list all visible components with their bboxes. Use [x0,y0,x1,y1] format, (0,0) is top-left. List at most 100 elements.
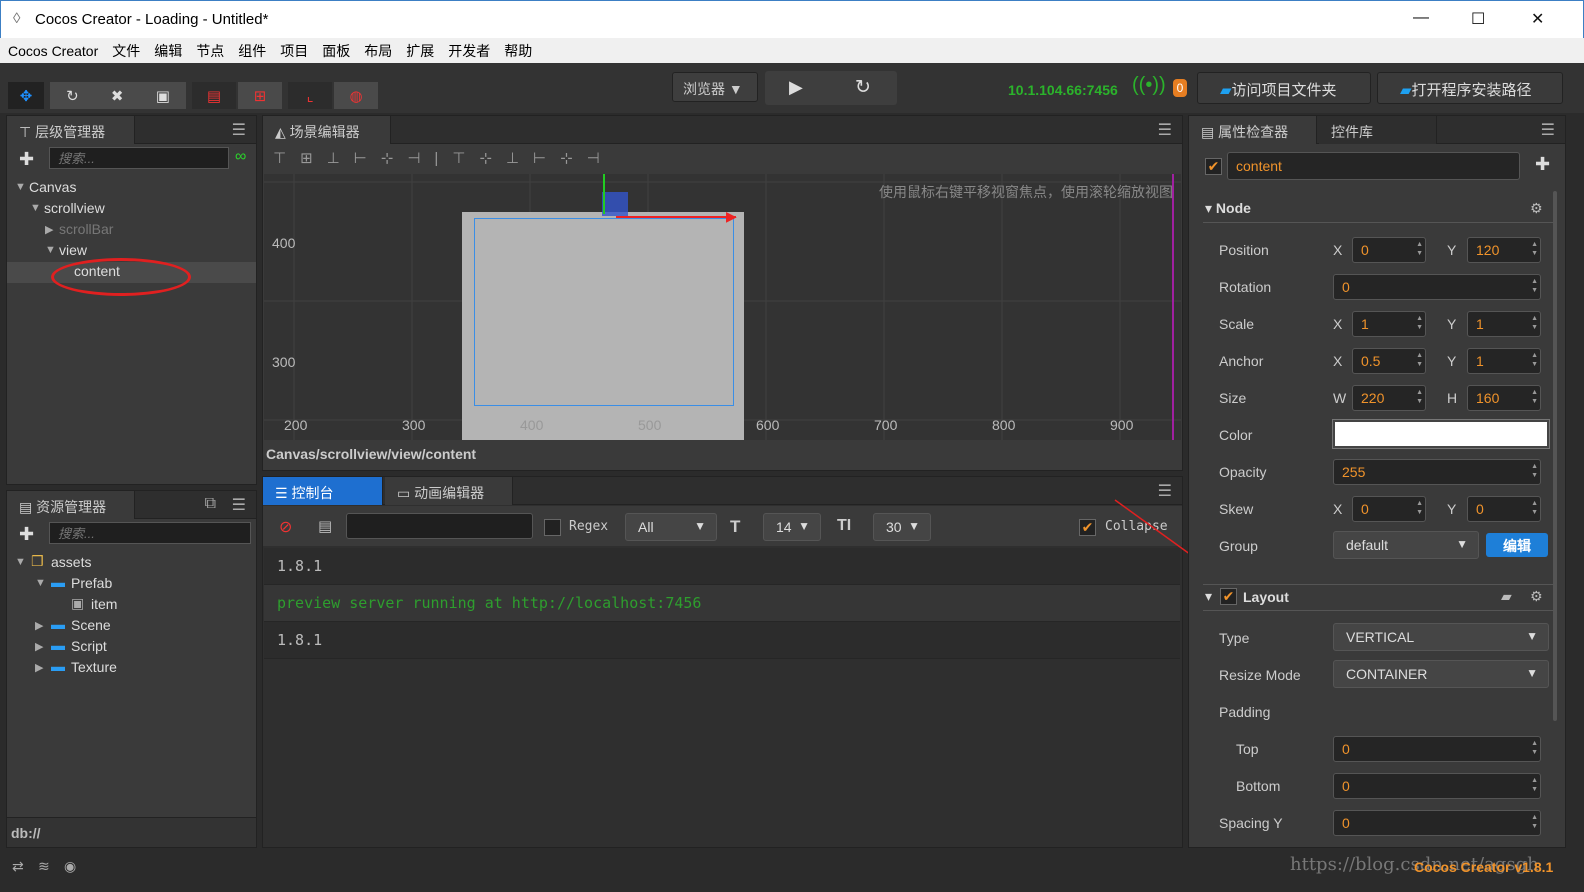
help-book-icon[interactable]: ▰ [1501,588,1512,605]
stepper-icon[interactable]: ▲ ▼ [1531,314,1538,332]
close-button[interactable]: ✕ [1531,9,1544,29]
maximize-button[interactable]: ☐ [1471,9,1485,29]
content-node-bounds[interactable] [474,218,734,406]
node-section-header[interactable]: ▾ Node [1205,200,1251,217]
expand-arrow-icon[interactable]: ▼ [35,577,46,589]
stepper-icon[interactable]: ▲ ▼ [1531,776,1538,794]
menu-item[interactable]: 面板 [322,41,350,61]
database-icon[interactable]: ≋ [38,858,50,875]
padding-bottom-input[interactable]: 0 ▲ ▼ [1333,773,1541,799]
size-h-input[interactable]: 160 ▲ ▼ [1467,385,1541,411]
skew-y-input[interactable]: 0 ▲ ▼ [1467,496,1541,522]
scale-tool-icon[interactable]: ✖ [111,87,124,105]
font-size-select[interactable]: 14 ▼ [763,513,821,541]
tab-widgets[interactable]: 控件库 [1319,116,1437,144]
open-install-path-button[interactable]: ▰打开程序安装路径 [1377,72,1563,104]
layout-collapse-icon[interactable]: ▾ [1205,588,1212,605]
anchor-handle[interactable] [602,192,628,216]
tab-animation[interactable]: ▭ 动画编辑器 [385,477,513,505]
asset-item[interactable]: ▼ ❒ assets [7,553,256,574]
tab-console[interactable]: ☰ 控制台 [263,477,383,505]
menu-item[interactable]: 开发者 [448,41,490,61]
stepper-icon[interactable]: ▲ ▼ [1531,462,1538,480]
stepper-icon[interactable]: ▲ ▼ [1531,240,1538,258]
stepper-icon[interactable]: ▲ ▼ [1416,388,1423,406]
asset-item[interactable]: ▶ ▬ Script [7,637,256,658]
pivot-center-icon[interactable]: ⊞ [238,82,282,109]
padding-top-input[interactable]: 0 ▲ ▼ [1333,736,1541,762]
align-toolbar[interactable]: ⊤⊞⊥⊢⊹⊣|⊤⊹⊥⊢⊹⊣ [273,149,614,167]
resize-mode-select[interactable]: CONTAINER ▼ [1333,660,1549,688]
opacity-input[interactable]: 255 ▲ ▼ [1333,459,1541,485]
position-x-input[interactable]: 0 ▲ ▼ [1352,237,1426,263]
popout-icon[interactable]: ⧉ [205,495,216,513]
global-coord-icon[interactable]: ◍ [334,82,378,109]
expand-arrow-icon[interactable]: ▶ [35,619,43,632]
tree-node[interactable]: ▼ Canvas [7,178,256,199]
scale-y-input[interactable]: 1 ▲ ▼ [1467,311,1541,337]
spacing-y-input[interactable]: 0 ▲ ▼ [1333,810,1541,836]
tab-scene[interactable]: ◭ 场景编辑器 [263,116,391,144]
asset-item[interactable]: ▶ ▬ Texture [7,658,256,679]
layout-type-select[interactable]: VERTICAL ▼ [1333,623,1549,651]
stepper-icon[interactable]: ▲ ▼ [1416,240,1423,258]
menu-item[interactable]: 节点 [196,41,224,61]
console-filter-input[interactable] [346,513,533,539]
expand-arrow-icon[interactable]: ▼ [45,244,56,256]
visibility-icon[interactable]: ◉ [64,858,76,875]
expand-arrow-icon[interactable]: ▶ [35,661,43,674]
notification-badge[interactable]: 0 [1173,79,1187,97]
expand-arrow-icon[interactable]: ▼ [30,202,41,214]
y-axis-gizmo[interactable] [603,174,605,214]
link-icon[interactable]: ∞ [235,148,246,166]
stepper-icon[interactable]: ▲ ▼ [1416,499,1423,517]
stepper-icon[interactable]: ▲ ▼ [1531,388,1538,406]
menu-item[interactable]: 文件 [112,41,140,61]
x-axis-gizmo[interactable] [616,216,736,218]
expand-arrow-icon[interactable]: ▼ [15,181,26,193]
log-level-select[interactable]: All ▼ [625,513,717,541]
position-y-input[interactable]: 120 ▲ ▼ [1467,237,1541,263]
menu-item[interactable]: 组件 [238,41,266,61]
asset-item[interactable]: ▶ ▬ Scene [7,616,256,637]
group-select[interactable]: default ▼ [1333,531,1479,559]
expand-arrow-icon[interactable]: ▶ [45,223,53,236]
pivot-local-icon[interactable]: ▤ [192,82,236,109]
layout-enabled-checkbox[interactable]: ✔ [1220,588,1237,605]
log-entry[interactable]: preview server running at http://localho… [264,585,1180,622]
line-height-select[interactable]: 30 ▼ [873,513,931,541]
menu-icon[interactable]: ☰ [232,120,246,140]
rect-tool-icon[interactable]: ▣ [156,87,170,105]
gear-icon[interactable]: ⚙ [1530,200,1543,217]
color-swatch[interactable] [1332,419,1550,449]
stepper-icon[interactable]: ▲ ▼ [1531,277,1538,295]
ip-address[interactable]: 10.1.104.66:7456 [1008,82,1118,98]
edit-group-button[interactable]: 编辑 [1486,533,1548,557]
log-entry[interactable]: 1.8.1 [264,622,1180,659]
node-name-input[interactable] [1227,152,1520,180]
add-node-button[interactable]: ✚ [19,149,34,170]
stepper-icon[interactable]: ▲ ▼ [1416,314,1423,332]
refresh-icon[interactable]: ↻ [855,76,871,99]
move-tool-icon[interactable]: ✥ [8,82,44,109]
rotate-tool-icon[interactable]: ↻ [66,87,79,105]
node-active-checkbox[interactable]: ✔ [1205,158,1222,175]
stepper-icon[interactable]: ▲ ▼ [1416,351,1423,369]
stepper-icon[interactable]: ▲ ▼ [1531,499,1538,517]
tree-node[interactable]: ▶ scrollBar [7,220,256,241]
stepper-icon[interactable]: ▲ ▼ [1531,739,1538,757]
hierarchy-search-input[interactable] [49,147,229,169]
tab-hierarchy[interactable]: ⊤ 层级管理器 [7,116,135,144]
tree-node[interactable]: ▼ scrollview [7,199,256,220]
local-coord-icon[interactable]: ⌞ [288,82,332,109]
menu-icon[interactable]: ☰ [1158,120,1172,140]
sync-icon[interactable]: ⇄ [12,858,24,875]
scene-viewport[interactable]: ▶ 使用鼠标右键平移视窗焦点，使用滚轮缩放视图 400 300 200 300 400 5… [264,174,1181,440]
scale-x-input[interactable]: 1 ▲ ▼ [1352,311,1426,337]
tab-assets[interactable]: ▤ 资源管理器 [7,491,135,519]
open-project-folder-button[interactable]: ▰访问项目文件夹 [1197,72,1371,104]
add-component-button[interactable]: ✚ [1535,154,1550,175]
asset-item[interactable]: ▼ ▬ Prefab [7,574,256,595]
stepper-icon[interactable]: ▲ ▼ [1531,351,1538,369]
tab-inspector[interactable]: ▤ 属性检查器 [1189,116,1317,144]
